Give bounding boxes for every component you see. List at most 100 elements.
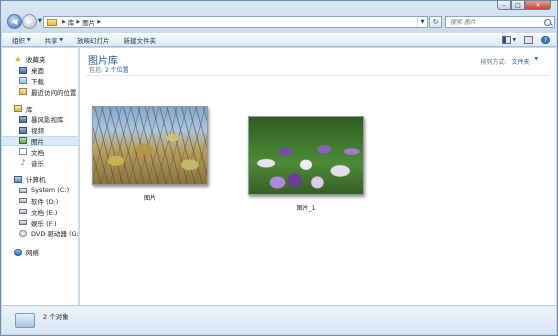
sidebar-item-downloads[interactable]: 下载 <box>2 76 78 87</box>
toolbar-right-group: ▼ ? <box>501 36 550 44</box>
sidebar-group-computer[interactable]: 计算机 <box>2 174 78 185</box>
sidebar-item-storm-video-library[interactable]: 暴风影视库 <box>2 114 78 125</box>
slideshow-button[interactable]: 放映幻灯片 <box>77 35 110 45</box>
organize-label: 组织 <box>12 37 25 45</box>
details-pane: 2 个对象 <box>2 305 556 334</box>
hard-drive-icon <box>19 209 27 215</box>
library-folder-icon <box>47 18 57 26</box>
sidebar-group-label: 收藏夹 <box>26 56 46 65</box>
arrange-by-dropdown[interactable]: 文件夹 <box>512 57 530 66</box>
sidebar-group-libraries[interactable]: 库 <box>2 103 78 114</box>
network-icon <box>14 248 22 256</box>
sidebar-item-drive-e[interactable]: 文档 (E:) <box>2 206 78 217</box>
explorer-window: – □ ✕ ◀ ▶ ▼ ▶ 库 ▶ 图片 ▶ ▼ ↻ 组织 ▼ 共享 <box>0 0 558 336</box>
sidebar-item-recent-places[interactable]: 最近访问的位置 <box>2 86 78 97</box>
change-view-icon[interactable] <box>501 36 511 44</box>
desktop-icon <box>19 66 27 74</box>
dvd-icon <box>19 229 27 237</box>
close-button[interactable]: ✕ <box>525 1 551 10</box>
sidebar-item-drive-f[interactable]: 娱乐 (F:) <box>2 217 78 228</box>
address-bar[interactable]: ▶ 库 ▶ 图片 ▶ ▼ <box>43 16 428 28</box>
file-list-pane[interactable]: 图片库 包括: 2 个位置 排列方式: 文件夹 ▼ 图片 图片_1 <box>80 48 556 305</box>
refresh-button[interactable]: ↻ <box>429 16 442 28</box>
chevron-down-icon[interactable]: ▼ <box>513 38 516 43</box>
library-includes: 包括: 2 个位置 <box>89 65 129 74</box>
share-button[interactable]: 共享 ▼ <box>44 35 62 45</box>
star-icon: ★ <box>14 54 22 64</box>
organize-button[interactable]: 组织 ▼ <box>12 35 30 45</box>
new-folder-button[interactable]: 新建文件夹 <box>123 35 156 45</box>
sidebar-group-label: 网络 <box>26 249 39 258</box>
help-icon[interactable]: ? <box>541 36 550 44</box>
arrange-by: 排列方式: 文件夹 ▼ <box>480 57 538 66</box>
includes-locations-link[interactable]: 2 个位置 <box>105 67 129 74</box>
sidebar-item-drive-d[interactable]: 软件 (D:) <box>2 196 78 207</box>
address-dropdown-button[interactable]: ▼ <box>417 17 427 27</box>
video-library-icon <box>19 115 27 123</box>
image-thumbnail[interactable] <box>92 106 208 185</box>
forward-arrow-icon: ▶ <box>26 17 33 26</box>
sidebar-item-label: 最近访问的位置 <box>31 88 77 97</box>
sidebar-item-desktop[interactable]: 桌面 <box>2 65 78 76</box>
sidebar-item-videos[interactable]: 视频 <box>2 125 78 136</box>
hard-drive-icon <box>19 187 27 193</box>
image-thumbnail[interactable] <box>248 116 364 195</box>
sidebar-group-network[interactable]: 网络 <box>2 247 78 258</box>
navigation-bar: ◀ ▶ ▼ ▶ 库 ▶ 图片 ▶ ▼ ↻ <box>5 14 555 30</box>
sidebar-item-label: 音乐 <box>31 159 44 168</box>
chevron-down-icon: ▼ <box>59 37 63 43</box>
library-icon <box>14 105 22 113</box>
hard-drive-icon <box>19 220 27 226</box>
chevron-right-icon[interactable]: ▶ <box>97 19 101 25</box>
caption-buttons: – □ ✕ <box>497 1 551 10</box>
item-count: 2 个对象 <box>43 313 69 321</box>
chevron-down-icon: ▼ <box>27 37 31 43</box>
file-item[interactable]: 图片 <box>92 106 208 202</box>
sidebar-item-label: 软件 (D:) <box>31 197 59 206</box>
file-item[interactable]: 图片_1 <box>248 116 364 212</box>
sidebar-item-label: 文档 <box>31 148 44 157</box>
sidebar-item-label: DVD 驱动器 (G:) M <box>31 230 79 239</box>
breadcrumb-pictures[interactable]: 图片 <box>82 17 95 27</box>
refresh-icon: ↻ <box>432 18 439 26</box>
new-folder-label: 新建文件夹 <box>123 37 156 45</box>
breadcrumb-library[interactable]: 库 <box>68 17 75 27</box>
computer-icon <box>14 175 22 183</box>
sidebar-item-label: 下载 <box>31 77 44 86</box>
sidebar-item-label: 桌面 <box>31 67 44 76</box>
sidebar-item-drive-c[interactable]: System (C:) <box>2 185 78 196</box>
chevron-right-icon[interactable]: ▶ <box>76 19 80 25</box>
back-button[interactable]: ◀ <box>7 14 22 29</box>
forward-button[interactable]: ▶ <box>22 14 37 29</box>
maximize-button[interactable]: □ <box>511 1 525 10</box>
sidebar-group-favorites[interactable]: ★ 收藏夹 <box>2 54 78 65</box>
header-divider <box>86 75 550 76</box>
search-icon[interactable] <box>544 18 551 26</box>
sidebar-item-label: 图片 <box>31 137 44 146</box>
chevron-right-icon[interactable]: ▶ <box>62 19 66 25</box>
navigation-pane: ★ 收藏夹 桌面 下载 最近访问的位置 库 暴风影视库 视频 图片 文档 ♪ 音… <box>2 48 79 305</box>
minimize-button[interactable]: – <box>497 1 511 10</box>
sidebar-item-pictures[interactable]: 图片 <box>2 135 78 147</box>
slideshow-label: 放映幻灯片 <box>76 37 110 45</box>
recent-places-icon <box>19 88 27 96</box>
preview-pane-icon[interactable] <box>524 36 533 44</box>
sidebar-group-label: 计算机 <box>26 176 46 185</box>
sidebar-item-documents[interactable]: 文档 <box>2 146 78 157</box>
sidebar-item-label: System (C:) <box>31 186 70 195</box>
command-bar: 组织 ▼ 共享 ▼ 放映幻灯片 新建文件夹 ▼ ? <box>2 33 556 47</box>
sidebar-item-music[interactable]: ♪ 音乐 <box>2 157 78 168</box>
recent-pages-dropdown[interactable]: ▼ <box>38 18 42 24</box>
hard-drive-icon <box>19 198 27 204</box>
sidebar-item-label: 娱乐 (F:) <box>31 219 57 228</box>
search-input[interactable] <box>446 17 538 27</box>
sidebar-group-label: 库 <box>26 105 33 114</box>
chevron-down-icon[interactable]: ▼ <box>535 57 538 66</box>
sidebar-item-dvd-drive[interactable]: DVD 驱动器 (G:) M <box>2 228 78 239</box>
sidebar-item-label: 文档 (E:) <box>31 208 58 217</box>
includes-prefix: 包括: <box>89 67 104 74</box>
search-box[interactable] <box>445 16 555 28</box>
file-name[interactable]: 图片_1 <box>248 203 364 212</box>
file-name[interactable]: 图片 <box>92 193 208 202</box>
sidebar-item-label: 视频 <box>31 127 44 136</box>
